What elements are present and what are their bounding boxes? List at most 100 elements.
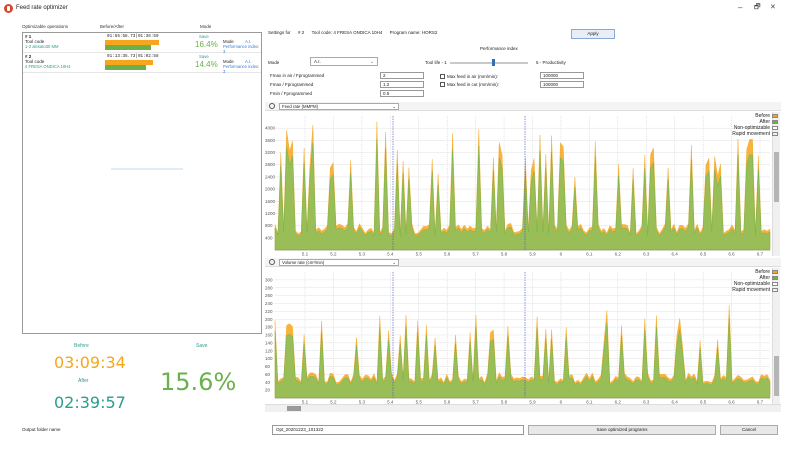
fmax-air-input[interactable]: 2 — [380, 72, 424, 79]
close-button[interactable]: ✕ — [770, 4, 776, 12]
max-feed-cut-input[interactable]: 100000 — [540, 81, 584, 88]
y-tick-label: 260 — [265, 293, 273, 298]
volume-rate-chart[interactable]: 5.1 5.2 5.3 5.4 5.5 5.6 5.7 5.8 5.9 6 6.1 6.2 6.3 6.4… — [265, 268, 772, 404]
legend-item: Rapid movement — [732, 131, 778, 137]
x-tick-label: 5.5 — [416, 252, 423, 257]
y-tick-label: 2800 — [265, 162, 276, 167]
save-value: 16.4% — [195, 40, 218, 49]
feed-rate-chart[interactable]: 5.1 5.2 5.3 5.4 5.5 5.6 5.7 5.8 5.9 6 6.1 6.2 6.3 6.4… — [265, 112, 772, 256]
fmax-air-label: Fmax in air / Fprogrammed — [270, 73, 325, 78]
save-label: Save — [199, 34, 209, 39]
zoom-icon[interactable] — [269, 259, 275, 265]
y-tick-label: 100 — [265, 356, 273, 361]
horizontal-scroll-thumb[interactable] — [287, 406, 301, 411]
chart1-select[interactable]: Feed rate (MMPM) ⌄ — [279, 103, 399, 110]
summary-before-label: Before — [74, 343, 89, 349]
summary-after-time: 02:39:57 — [54, 393, 126, 412]
chart-horizontal-scrollbar[interactable] — [265, 404, 781, 412]
performance-index-title: Performance index — [480, 46, 518, 51]
y-tick-label: 2400 — [265, 174, 276, 179]
max-feed-cut-checkbox[interactable] — [440, 82, 445, 87]
y-tick-label: 1600 — [265, 199, 276, 204]
operation-times: 01:55:58.73|01:36:59 — [107, 34, 159, 39]
list-focus-marker — [111, 168, 183, 170]
window-title: Feed rate optimizer — [16, 5, 68, 11]
x-tick-label: 5.3 — [359, 252, 366, 257]
chart2-select-value: Volume rate (cm³/min) — [282, 260, 325, 265]
operation-row-1[interactable]: # 1 Tool code 1-3 alesato30 MM 01:55:58.… — [23, 33, 261, 54]
max-feed-air-input[interactable]: 100000 — [540, 72, 584, 79]
operations-header: Optimizable operations Before/After Mode — [0, 22, 262, 32]
y-tick-label: 140 — [265, 340, 273, 345]
fmax-input[interactable]: 1.2 — [380, 81, 424, 88]
summary-after-label: After — [78, 378, 89, 384]
x-tick-label: 5.9 — [529, 252, 536, 257]
legend-item: Rapid movement — [732, 287, 778, 293]
operations-list[interactable]: # 1 Tool code 1-3 alesato30 MM 01:55:58.… — [22, 32, 262, 334]
fmin-input[interactable]: 0.5 — [380, 90, 424, 97]
x-tick-label: 6.6 — [728, 252, 735, 257]
output-folder-label: Output folder name — [22, 427, 61, 432]
app-logo-icon — [4, 4, 13, 13]
y-tick-label: 180 — [265, 325, 273, 330]
mode-select[interactable]: A.I. ⌄ — [310, 57, 378, 66]
chart2-legend: Before After Non-optimizable Rapid movem… — [732, 269, 778, 293]
chevron-down-icon: ⌄ — [392, 104, 396, 109]
y-tick-label: 400 — [265, 235, 273, 240]
after-bar — [105, 65, 146, 70]
maximize-button[interactable]: 🗗 — [754, 4, 761, 12]
x-tick-label: 6.1 — [586, 252, 593, 257]
y-tick-label: 40 — [265, 380, 271, 385]
max-feed-air-checkbox[interactable] — [440, 74, 445, 79]
operation-row-2[interactable]: # 2 Tool code 4 FRESA ONDICA 10H4 01:13:… — [23, 53, 261, 74]
x-tick-label: 6.3 — [643, 252, 650, 257]
x-tick-label: 5.7 — [472, 252, 479, 257]
y-tick-label: 200 — [265, 317, 273, 322]
y-tick-label: 2000 — [265, 187, 276, 192]
settings-program-name: Program name: HORS2 — [389, 30, 438, 35]
performance-index: Performance index: 3 — [223, 64, 260, 74]
chart1-toolbar: Feed rate (MMPM) ⌄ — [265, 102, 781, 111]
tool-code-value: 1-3 alesato30 MM — [25, 44, 59, 49]
x-tick-label: 5.8 — [501, 252, 508, 257]
performance-slider-handle[interactable] — [492, 59, 495, 66]
y-tick-label: 300 — [265, 277, 273, 282]
save-optimized-programs-button[interactable]: Save optimized programs — [528, 425, 716, 435]
chevron-down-icon: ⌄ — [392, 260, 396, 265]
y-tick-label: 3200 — [265, 150, 276, 155]
settings-for-label: Settings for — [268, 30, 291, 35]
after-bar — [105, 45, 151, 50]
zoom-icon[interactable] — [269, 103, 275, 109]
y-tick-label: 120 — [265, 348, 273, 353]
summary-before-time: 03:09:34 — [54, 353, 126, 372]
y-tick-label: 800 — [265, 223, 273, 228]
chart1-legend: Before After Non-optimizable Rapid movem… — [732, 113, 778, 137]
apply-button[interactable]: Apply — [571, 29, 615, 39]
chart2-scroll-thumb[interactable] — [774, 356, 779, 396]
y-tick-label: 4000 — [265, 126, 276, 131]
y-tick-label: 1200 — [265, 211, 276, 216]
header-mode: Mode — [200, 24, 212, 29]
performance-slider-track[interactable] — [450, 62, 528, 64]
y-tick-label: 240 — [265, 301, 273, 306]
x-tick-label: 6.4 — [672, 252, 679, 257]
max-feed-air-label: Max feed in air (mm/min): — [447, 74, 499, 79]
cancel-button[interactable]: Cancel — [720, 425, 778, 435]
mode-select-value: A.I. — [314, 59, 321, 64]
operation-times: 01:13:35.73|01:02:58 — [107, 54, 159, 59]
y-tick-label: 280 — [265, 285, 273, 290]
chart2-select[interactable]: Volume rate (cm³/min) ⌄ — [279, 259, 399, 266]
fmin-label: Fmin / Fprogrammed — [270, 91, 313, 96]
output-folder-input[interactable]: Opt_20201223_101322 — [272, 425, 524, 435]
x-tick-label: 5.4 — [387, 252, 394, 257]
save-value: 14.4% — [195, 60, 218, 69]
y-tick-label: 60 — [265, 372, 271, 377]
y-tick-label: 220 — [265, 309, 273, 314]
settings-tool-code: Tool code: 4 FRESA ONDICA 10H4 — [311, 30, 383, 35]
header-optimizable-operations: Optimizable operations — [22, 24, 69, 29]
x-tick-label: 5.6 — [444, 252, 451, 257]
chart1-scroll-thumb[interactable] — [774, 152, 779, 202]
mode-field-label: Mode — [268, 60, 280, 65]
minimize-button[interactable]: – — [738, 4, 742, 12]
chart2-toolbar: Volume rate (cm³/min) ⌄ — [265, 258, 781, 267]
